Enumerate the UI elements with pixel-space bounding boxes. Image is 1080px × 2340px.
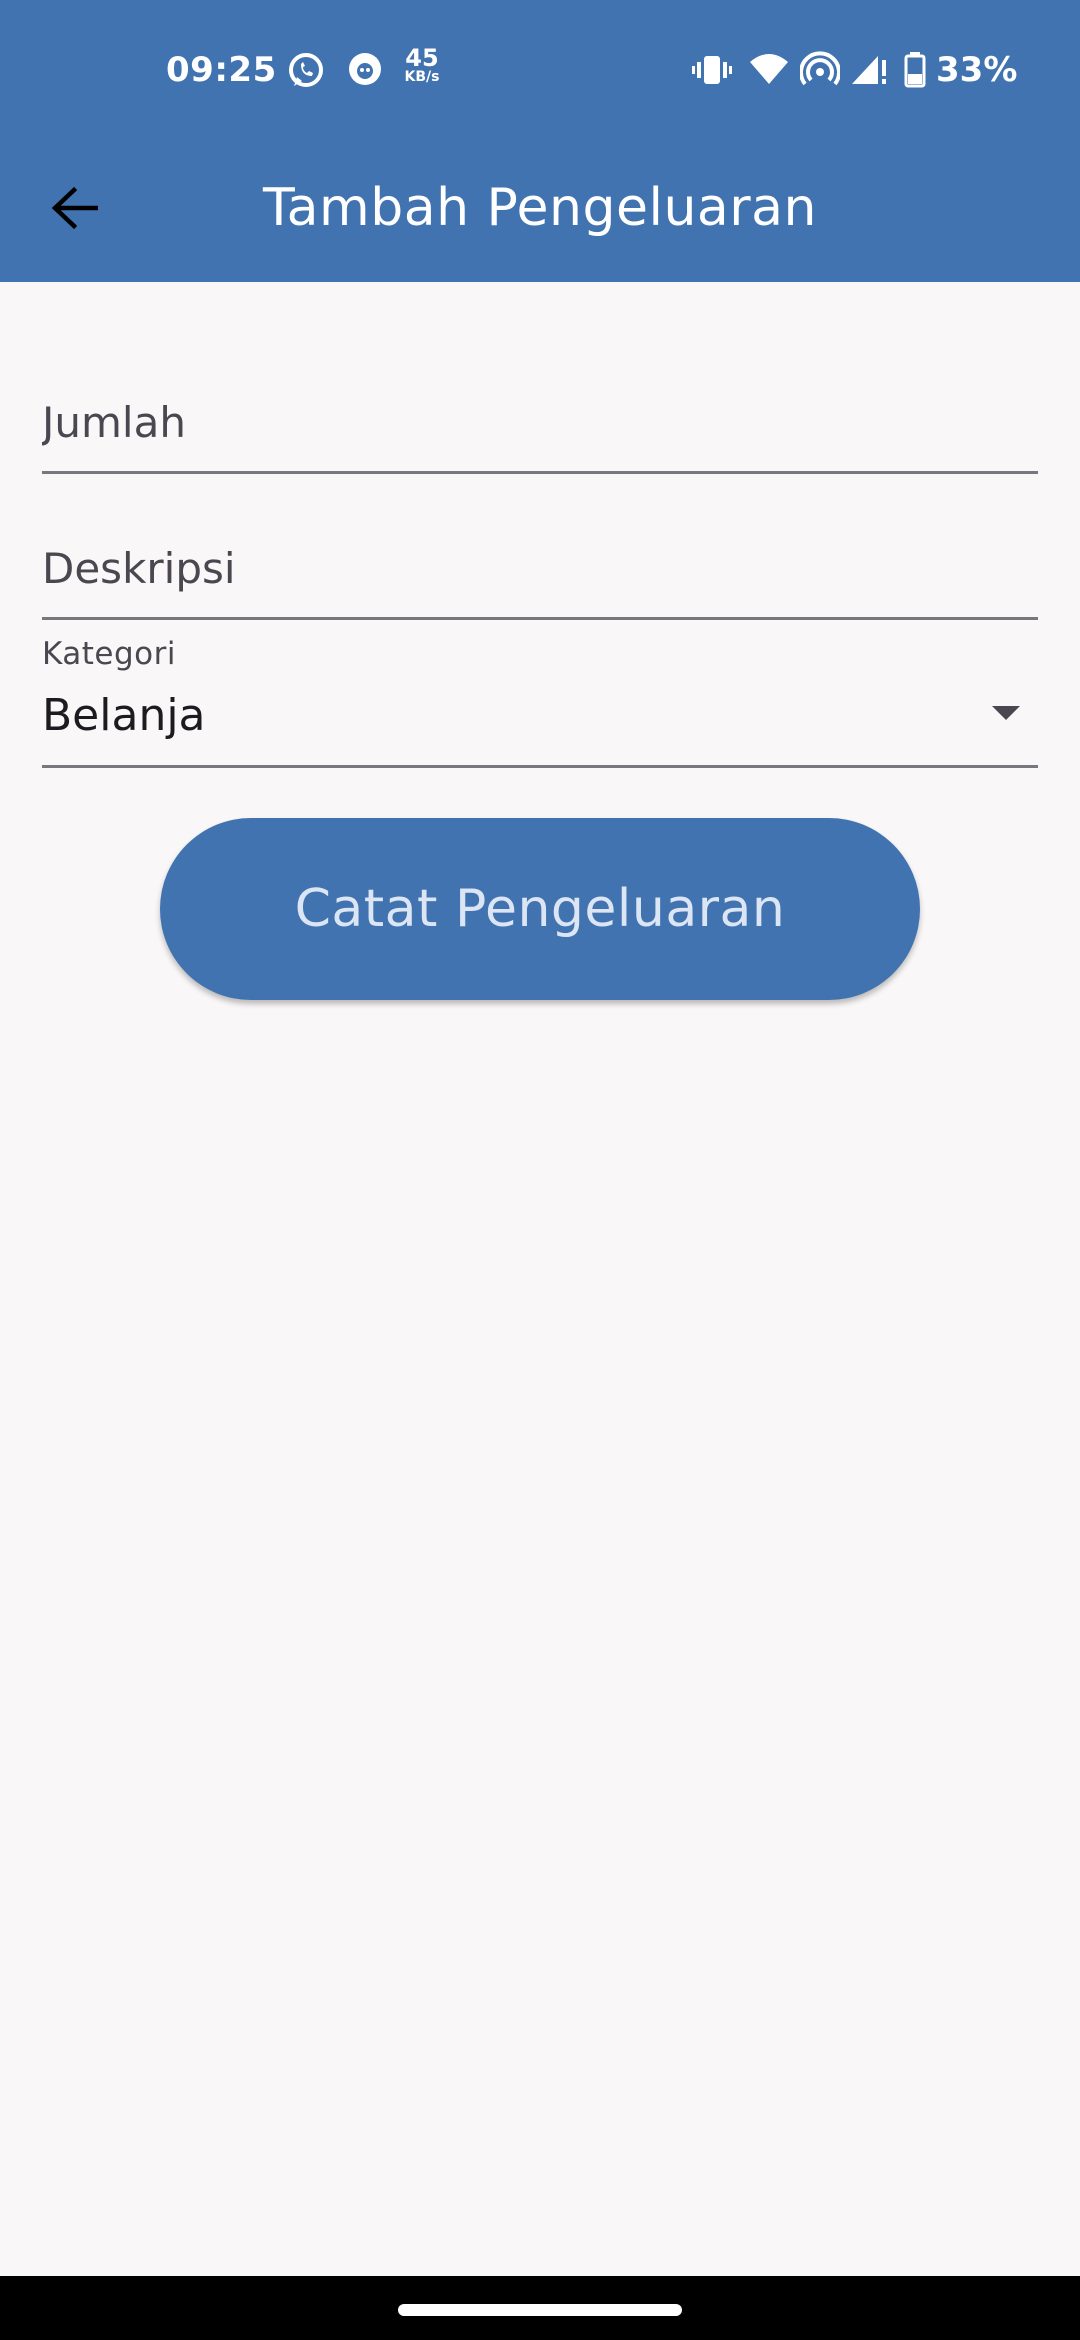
home-gesture-handle[interactable] xyxy=(398,2304,682,2316)
battery-percent: 33% xyxy=(936,50,1018,90)
status-time: 09:25 xyxy=(166,50,277,90)
vibrate-icon xyxy=(692,50,732,94)
wifi-icon xyxy=(748,50,790,94)
page-title: Tambah Pengeluaran xyxy=(263,178,817,238)
signal-icon xyxy=(850,50,890,94)
status-bar: 09:25 45 KB/s 33% xyxy=(0,40,1080,100)
submit-label: Catat Pengeluaran xyxy=(294,879,786,939)
dropdown-arrow-icon xyxy=(992,706,1020,720)
description-input[interactable] xyxy=(42,486,1038,617)
whatsapp-icon xyxy=(286,50,326,94)
hotspot-icon xyxy=(799,50,841,94)
submit-expense-button[interactable]: Catat Pengeluaran xyxy=(160,818,920,1000)
amount-input[interactable] xyxy=(42,340,1038,471)
category-label: Kategori xyxy=(42,636,177,672)
category-dropdown[interactable]: Kategori Belanja xyxy=(42,630,1038,768)
battery-icon xyxy=(902,50,928,94)
toolbar: Tambah Pengeluaran xyxy=(0,150,1080,270)
amount-field xyxy=(42,340,1038,474)
category-value: Belanja xyxy=(42,690,206,741)
net-speed: 45 KB/s xyxy=(400,46,444,84)
system-nav-bar xyxy=(0,2276,1080,2340)
description-field xyxy=(42,486,1038,620)
net-speed-unit: KB/s xyxy=(404,69,440,85)
net-speed-value: 45 xyxy=(405,44,439,72)
notification-app-icon xyxy=(346,50,384,92)
app-bar: 09:25 45 KB/s 33% Tambah Pengeluaran xyxy=(0,0,1080,282)
